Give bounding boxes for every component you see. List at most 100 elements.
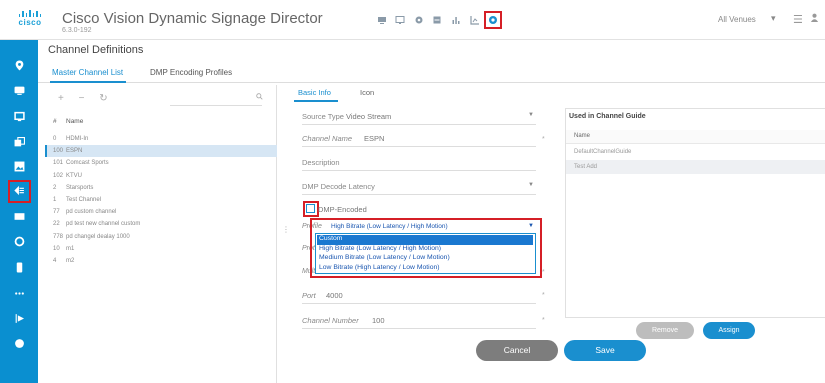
port-field[interactable]: Port 4000	[302, 288, 536, 304]
image-icon[interactable]	[11, 158, 27, 174]
active-tab-indicator	[50, 81, 126, 83]
row-number: 1	[53, 197, 57, 203]
required-marker: *	[542, 269, 545, 276]
row-number: 10	[53, 245, 60, 252]
source-type-label: Source Type	[302, 112, 344, 121]
assign-button[interactable]: Assign	[703, 322, 755, 339]
channel-guide-panel: Used in Channel Guide Name DefaultChanne…	[565, 108, 825, 318]
row-name: pd changel dealay 1000	[66, 233, 130, 240]
active-subtab-indicator	[294, 100, 338, 102]
list-toolbar[interactable]: + − ↻	[58, 93, 114, 104]
tab-master-channel-list[interactable]: Master Channel List	[52, 68, 123, 77]
chart-icon[interactable]	[451, 15, 461, 25]
search-input[interactable]	[170, 94, 262, 106]
required-marker: *	[542, 292, 545, 299]
settings-circle-icon[interactable]	[11, 335, 27, 351]
guide-column-name[interactable]: Name	[574, 133, 590, 139]
circle-icon[interactable]	[11, 233, 27, 249]
source-type-select[interactable]: Source Type Video Stream ▼	[302, 109, 536, 125]
gear-icon[interactable]	[414, 15, 424, 25]
description-label: Description	[302, 158, 340, 167]
source-type-value: Video Stream	[346, 112, 392, 121]
channel-number-label: Channel Number	[302, 316, 359, 325]
channel-name-label: Channel Name	[302, 134, 353, 143]
table-row[interactable]: 102 KTVU	[45, 170, 277, 182]
guide-title: Used in Channel Guide	[569, 113, 646, 120]
menu-icon[interactable]: ☰	[793, 13, 803, 26]
port-label: Port	[302, 291, 316, 300]
row-number: 4	[53, 258, 57, 264]
table-row[interactable]: 1 Test Channel	[45, 194, 277, 206]
table-row[interactable]: 10 m1	[45, 243, 277, 255]
table-row[interactable]: 101 Comcast Sports	[45, 157, 277, 169]
settings-highlight-box	[484, 11, 502, 29]
row-number: 77	[53, 209, 60, 216]
cancel-button[interactable]: Cancel	[476, 340, 558, 361]
row-number: 0	[53, 136, 57, 142]
app-version: 6.3.0-192	[62, 27, 92, 34]
tab-icon[interactable]: Icon	[360, 88, 374, 97]
column-header-name[interactable]: Name	[66, 118, 83, 125]
column-header-number[interactable]: #	[53, 118, 57, 125]
table-row[interactable]: 2 Starsports	[45, 182, 277, 194]
guide-header: Name	[566, 130, 825, 144]
app-window: cisco Cisco Vision Dynamic Signage Direc…	[0, 0, 825, 383]
row-name: ESPN	[66, 148, 83, 155]
dmp-icon[interactable]	[11, 310, 27, 326]
row-name: HDMI-In	[66, 136, 89, 142]
decode-latency-select[interactable]: DMP Decode Latency ▼	[302, 179, 536, 195]
channel-number-field[interactable]: Channel Number 100	[302, 313, 536, 329]
page-title: Channel Definitions	[48, 44, 144, 56]
table-row[interactable]: 100 ESPN	[45, 145, 277, 158]
row-name: m2	[66, 258, 75, 264]
channel-name-field[interactable]: Channel Name ESPN	[302, 131, 536, 147]
monitor-icon[interactable]	[11, 108, 27, 124]
table-row[interactable]: 77 pd custom channel	[45, 206, 277, 218]
row-name: Test Channel	[66, 197, 102, 203]
venue-select[interactable]: All Venues	[718, 15, 756, 24]
remove-button[interactable]: Remove	[636, 322, 694, 339]
user-icon[interactable]	[810, 13, 819, 25]
row-number: 101	[53, 160, 64, 167]
table-row[interactable]: 778 pd changel dealay 1000	[45, 231, 277, 243]
save-button[interactable]: Save	[564, 340, 646, 361]
layers-icon[interactable]	[11, 134, 27, 150]
row-name: pd custom channel	[66, 209, 117, 216]
channel-number-value: 100	[372, 316, 385, 325]
guide-row-label: Test Add	[574, 164, 598, 170]
guide-row[interactable]: DefaultChannelGuide	[566, 145, 825, 159]
app-title: Cisco Vision Dynamic Signage Director	[62, 10, 323, 27]
cisco-logo: cisco	[17, 10, 43, 27]
chevron-down-icon[interactable]: ▾	[771, 13, 776, 24]
analytics-icon[interactable]	[470, 15, 480, 25]
tab-dmp-encoding-profiles[interactable]: DMP Encoding Profiles	[150, 68, 232, 77]
channel-name-value: ESPN	[364, 134, 385, 143]
channel-list-panel: + − ↻ # Name 0 HDMI-In 100 ESPN 101 Comcast S…	[45, 85, 277, 383]
tab-basic-info[interactable]: Basic Info	[298, 88, 331, 97]
list-header: # Name	[45, 115, 277, 130]
required-marker: *	[542, 317, 545, 324]
row-name: KTVU	[66, 172, 83, 179]
search-icon[interactable]	[256, 93, 263, 102]
screen-icon[interactable]	[11, 82, 27, 98]
top-header: cisco Cisco Vision Dynamic Signage Direc…	[0, 0, 825, 40]
panel-splitter[interactable]: ⋮	[282, 225, 290, 234]
chevron-down-icon: ▼	[528, 182, 534, 188]
table-row[interactable]: 4 m2	[45, 255, 277, 267]
storage-icon[interactable]	[432, 15, 442, 25]
monitor-icon[interactable]	[395, 15, 405, 25]
table-row[interactable]: 22 pd test new channel custom	[45, 218, 277, 230]
row-number: 100	[53, 148, 64, 155]
description-field[interactable]: Description	[302, 155, 536, 171]
checkbox-highlight-box	[303, 201, 319, 217]
location-icon[interactable]	[11, 57, 27, 73]
grid-icon[interactable]	[11, 208, 27, 224]
table-row[interactable]: 0 HDMI-In	[45, 133, 277, 145]
profile-highlight-box	[310, 218, 542, 278]
dmp-encoded-label: DMP-Encoded	[318, 205, 367, 214]
channels-highlight-box	[8, 180, 31, 203]
tv-icon[interactable]	[377, 15, 387, 25]
guide-row[interactable]: Test Add	[566, 160, 825, 174]
device-icon[interactable]	[11, 259, 27, 275]
more-icon[interactable]	[11, 285, 27, 301]
